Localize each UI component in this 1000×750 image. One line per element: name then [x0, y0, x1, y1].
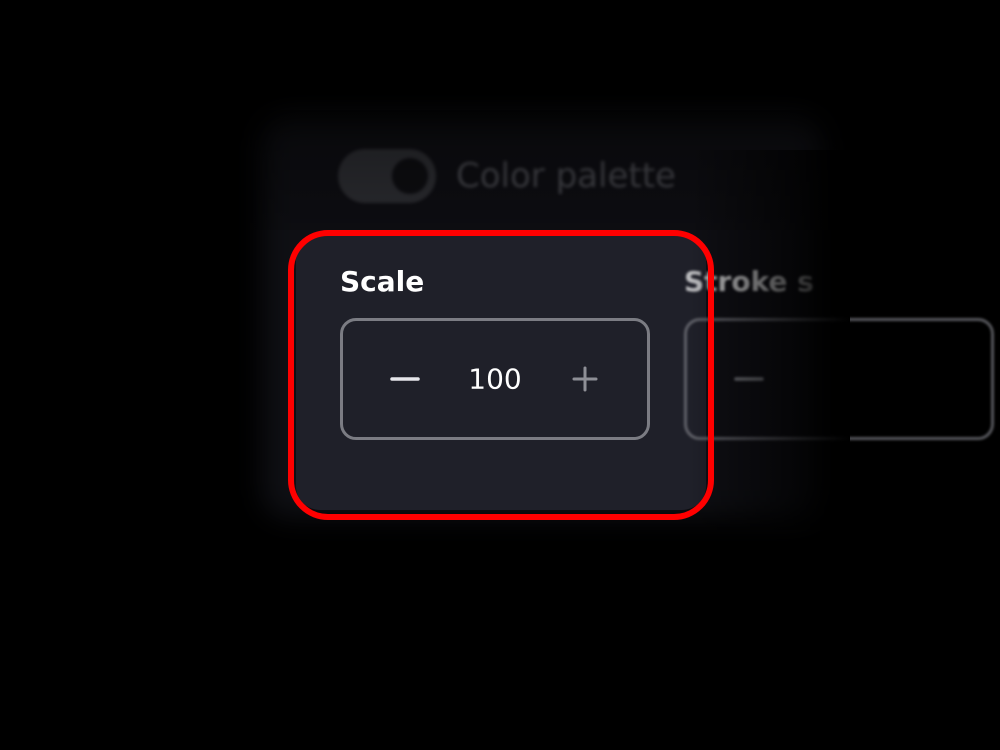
toggle-knob: [392, 158, 428, 194]
stroke-stepper: [684, 318, 994, 440]
screen: Color palette Scale 100 Stroke s: [0, 0, 1000, 750]
stroke-decrement-button[interactable]: [727, 357, 771, 401]
scale-stepper: 100: [340, 318, 650, 440]
minus-icon: [734, 377, 764, 381]
stroke-control: Stroke s: [684, 264, 994, 440]
scale-label: Scale: [340, 265, 425, 298]
color-palette-toggle[interactable]: [338, 149, 436, 203]
scale-control: Scale 100: [340, 264, 650, 440]
color-palette-row: Color palette: [338, 148, 676, 204]
color-palette-label: Color palette: [456, 156, 676, 196]
plus-icon: [572, 366, 598, 392]
scale-increment-button[interactable]: [563, 357, 607, 401]
stroke-label: Stroke s: [684, 265, 814, 298]
